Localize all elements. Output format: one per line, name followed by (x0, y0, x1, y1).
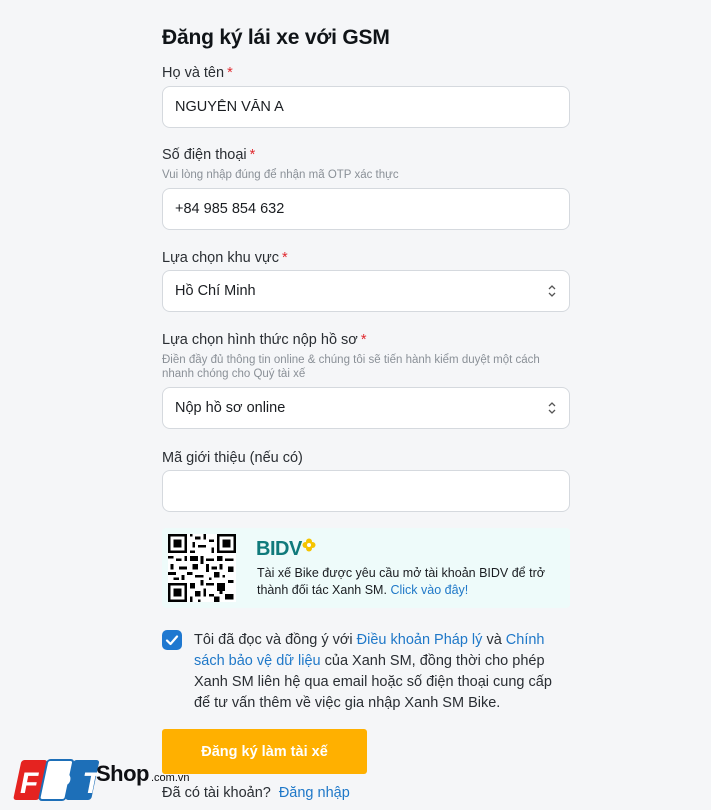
bidv-flower-icon (302, 538, 316, 552)
phone-label: Số điện thoại * (162, 147, 256, 163)
name-input[interactable] (175, 99, 557, 115)
qr-code-icon (168, 534, 236, 602)
bidv-click-link[interactable]: Click vào đây! (390, 583, 468, 597)
fpt-shop-text: Shop (96, 761, 150, 786)
consent-text: Tôi đã đọc và đồng ý với Điều khoản Pháp… (194, 632, 552, 711)
submission-selected-value: Nộp hồ sơ online (175, 400, 286, 416)
name-field[interactable] (162, 86, 570, 128)
login-prompt: Đã có tài khoản? Đăng nhập (162, 785, 350, 801)
region-selected-value: Hồ Chí Minh (175, 283, 256, 299)
region-label: Lựa chọn khu vực * (162, 250, 288, 266)
check-icon (165, 635, 179, 646)
phone-input[interactable] (175, 201, 557, 217)
referral-label: Mã giới thiệu (nếu có) (162, 450, 303, 466)
submission-label: Lựa chọn hình thức nộp hồ sơ * (162, 332, 367, 348)
bidv-banner-text: Tài xế Bike được yêu cầu mở tài khoản BI… (257, 566, 545, 597)
submission-select[interactable]: Nộp hồ sơ online (162, 387, 570, 429)
name-label: Họ và tên * (162, 65, 233, 81)
submission-hint: Điền đầy đủ thông tin online & chúng tôi… (162, 354, 540, 380)
terms-link[interactable]: Điều khoản Pháp lý (357, 632, 483, 648)
login-link[interactable]: Đăng nhập (279, 785, 350, 801)
fpt-domain-text: .com.vn (151, 772, 190, 784)
register-driver-button[interactable]: Đăng ký làm tài xế (162, 729, 367, 774)
bidv-banner[interactable]: BIDV Tài xế Bike được yêu cầu mở tài kho… (162, 528, 570, 608)
chevron-up-down-icon (548, 285, 556, 297)
phone-field[interactable] (162, 188, 570, 230)
phone-hint: Vui lòng nhập đúng để nhận mã OTP xác th… (162, 169, 399, 181)
referral-input[interactable] (175, 483, 557, 499)
required-mark: * (281, 250, 288, 266)
consent-checkbox[interactable] (162, 630, 182, 650)
bidv-logo: BIDV (256, 538, 302, 560)
region-select[interactable]: Hồ Chí Minh (162, 270, 570, 312)
required-mark: * (360, 332, 367, 348)
page-title: Đăng ký lái xe với GSM (162, 26, 390, 49)
referral-field[interactable] (162, 470, 570, 512)
required-mark: * (249, 147, 256, 163)
chevron-up-down-icon (548, 402, 556, 414)
required-mark: * (227, 65, 233, 81)
